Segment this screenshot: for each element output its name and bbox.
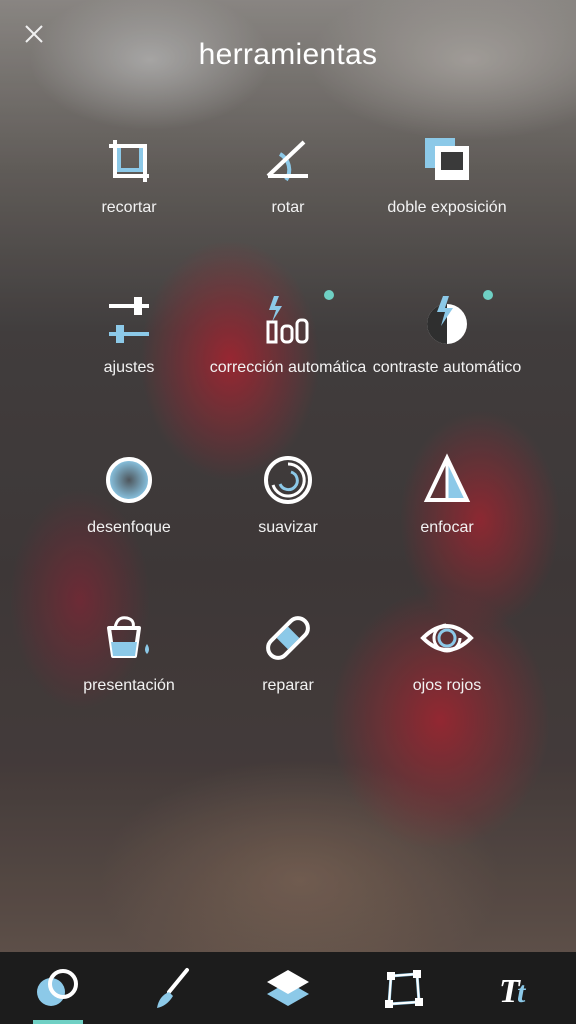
tool-label: recortar xyxy=(101,199,157,216)
bottom-tab-bar: T t xyxy=(0,952,576,1024)
tool-sharpen[interactable]: enfocar xyxy=(359,452,535,538)
brush-icon xyxy=(157,968,189,1008)
tool-label: rotar xyxy=(271,199,305,216)
tool-crop[interactable]: recortar xyxy=(41,132,217,218)
active-tab-indicator xyxy=(33,1020,83,1024)
rotate-icon xyxy=(266,140,308,182)
tool-label: contraste automático xyxy=(372,359,522,376)
tool-double-exposure[interactable]: doble exposición xyxy=(359,132,535,218)
text-tt-icon: T t xyxy=(499,973,527,1010)
tool-splash[interactable]: presentación xyxy=(41,610,217,696)
frame-icon xyxy=(385,970,423,1008)
blur-icon xyxy=(106,457,152,503)
tool-auto-fix[interactable]: corrección automática xyxy=(200,292,376,378)
eye-icon xyxy=(420,623,474,653)
tool-heal[interactable]: reparar xyxy=(200,610,376,696)
tool-label: enfocar xyxy=(420,519,474,536)
tab-frames[interactable] xyxy=(374,964,434,1014)
tab-layers[interactable] xyxy=(258,964,318,1014)
tab-text[interactable]: T t xyxy=(488,964,548,1014)
new-badge xyxy=(483,290,493,300)
tool-label: suavizar xyxy=(258,519,318,536)
tool-red-eye[interactable]: ojos rojos xyxy=(359,610,535,696)
paint-bucket-icon xyxy=(107,616,149,658)
tab-brush[interactable] xyxy=(142,964,202,1014)
tool-label: presentación xyxy=(83,677,175,694)
adjust-sliders-icon xyxy=(109,297,149,343)
tool-auto-contrast[interactable]: contraste automático xyxy=(359,292,535,378)
double-exposure-icon xyxy=(425,138,469,180)
smooth-icon xyxy=(264,456,312,504)
auto-fix-icon xyxy=(266,296,309,344)
svg-text:t: t xyxy=(517,976,527,1009)
tools-circles-icon xyxy=(37,969,78,1006)
tab-tools[interactable] xyxy=(28,964,88,1014)
tool-label: doble exposición xyxy=(387,199,507,216)
tool-smooth[interactable]: suavizar xyxy=(200,452,376,538)
crop-icon xyxy=(109,140,149,182)
layers-icon xyxy=(267,970,309,1006)
tool-label: reparar xyxy=(262,677,314,694)
auto-contrast-icon xyxy=(427,296,467,344)
tool-label: corrección automática xyxy=(209,359,367,376)
tool-adjust[interactable]: ajustes xyxy=(41,292,217,378)
new-badge xyxy=(324,290,334,300)
tool-label: desenfoque xyxy=(87,519,171,536)
tool-label: ojos rojos xyxy=(412,677,482,694)
sharpen-icon xyxy=(423,453,471,502)
tool-rotate[interactable]: rotar xyxy=(200,132,376,218)
tool-blur[interactable]: desenfoque xyxy=(41,452,217,538)
tool-label: ajustes xyxy=(103,359,155,376)
bandage-icon xyxy=(266,616,310,660)
page-title: herramientas xyxy=(198,38,378,71)
